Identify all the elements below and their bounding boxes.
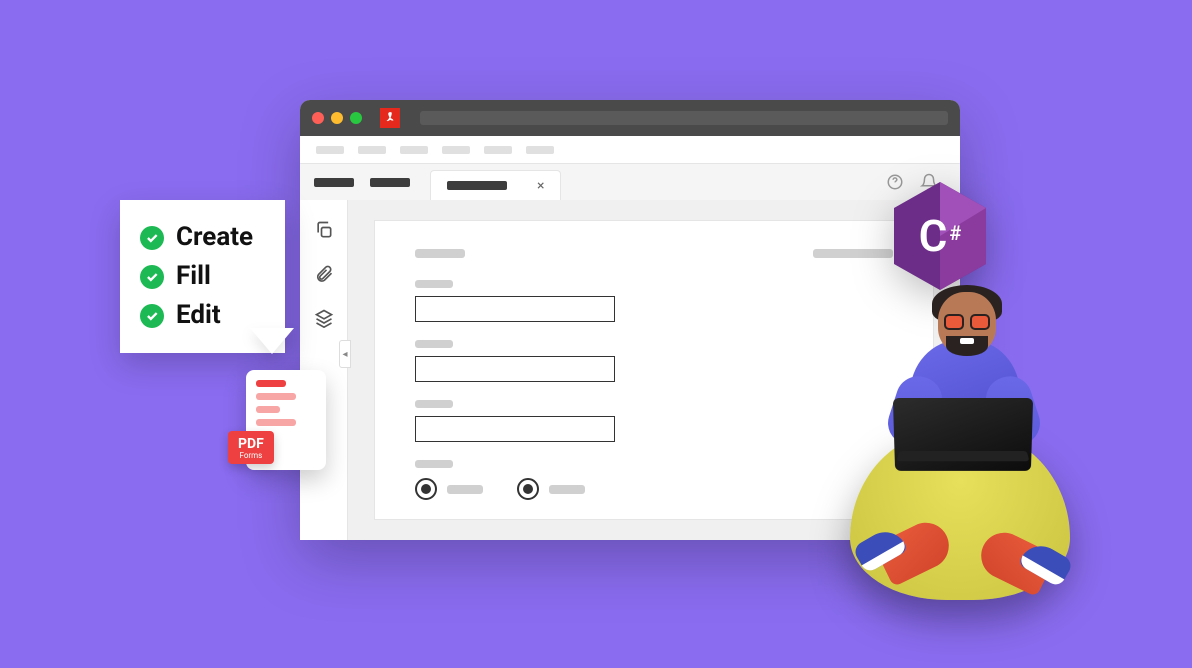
- doc-line: [256, 406, 280, 413]
- titlebar-address: [420, 111, 948, 125]
- toolbar-item[interactable]: [442, 146, 470, 154]
- glasses-icon: [944, 314, 990, 330]
- doc-line: [256, 393, 296, 400]
- toolbar-item[interactable]: [400, 146, 428, 154]
- text-input[interactable]: [415, 296, 615, 322]
- acrobat-icon: [380, 108, 400, 128]
- attachment-icon[interactable]: [314, 264, 334, 284]
- form-title-placeholder: [415, 249, 465, 258]
- check-icon: [140, 265, 164, 289]
- csharp-badge: C#: [890, 180, 990, 292]
- speech-tail-icon: [250, 328, 294, 354]
- check-item: Edit: [140, 296, 253, 335]
- check-item: Create: [140, 218, 253, 257]
- toolbar-item[interactable]: [526, 146, 554, 154]
- tab-item[interactable]: [370, 178, 410, 187]
- check-label: Edit: [176, 296, 221, 335]
- text-input[interactable]: [415, 416, 615, 442]
- check-label: Fill: [176, 257, 211, 296]
- field-label: [415, 340, 453, 348]
- toolbar-item[interactable]: [316, 146, 344, 154]
- mouth: [960, 338, 974, 344]
- tab-label: [447, 181, 507, 190]
- toolbar-item[interactable]: [484, 146, 512, 154]
- window-minimize-icon[interactable]: [331, 112, 343, 124]
- pdf-badge-subtitle: Forms: [238, 451, 264, 460]
- radio-label: [447, 485, 483, 494]
- check-label: Create: [176, 218, 253, 257]
- person-illustration: [820, 300, 1100, 600]
- copy-icon[interactable]: [314, 220, 334, 240]
- csharp-label: C#: [890, 180, 990, 292]
- titlebar: [300, 100, 960, 136]
- expand-handle-icon[interactable]: ◂: [339, 340, 351, 368]
- doc-line: [256, 380, 286, 387]
- pdf-badge-title: PDF: [238, 437, 264, 451]
- check-item: Fill: [140, 257, 253, 296]
- check-icon: [140, 304, 164, 328]
- toolbar-item[interactable]: [358, 146, 386, 154]
- window-maximize-icon[interactable]: [350, 112, 362, 124]
- toolbar: [300, 136, 960, 164]
- close-icon[interactable]: ×: [537, 178, 544, 194]
- traffic-lights: [312, 112, 362, 124]
- laptop-base: [897, 451, 1030, 461]
- doc-line: [256, 419, 296, 426]
- field-label: [415, 280, 453, 288]
- tab-item[interactable]: [314, 178, 354, 187]
- radio-option[interactable]: [415, 478, 483, 500]
- layers-icon[interactable]: [314, 308, 334, 328]
- tab-active[interactable]: ×: [430, 170, 561, 200]
- radio-icon: [415, 478, 437, 500]
- radio-icon: [517, 478, 539, 500]
- pdf-card: PDF Forms: [246, 370, 326, 470]
- pdf-badge: PDF Forms: [228, 431, 274, 464]
- window-close-icon[interactable]: [312, 112, 324, 124]
- radio-label: [549, 485, 585, 494]
- text-input[interactable]: [415, 356, 615, 382]
- field-label: [415, 460, 453, 468]
- form-meta-placeholder: [813, 249, 893, 258]
- field-label: [415, 400, 453, 408]
- tab-bar: ×: [300, 164, 960, 200]
- check-icon: [140, 226, 164, 250]
- radio-option[interactable]: [517, 478, 585, 500]
